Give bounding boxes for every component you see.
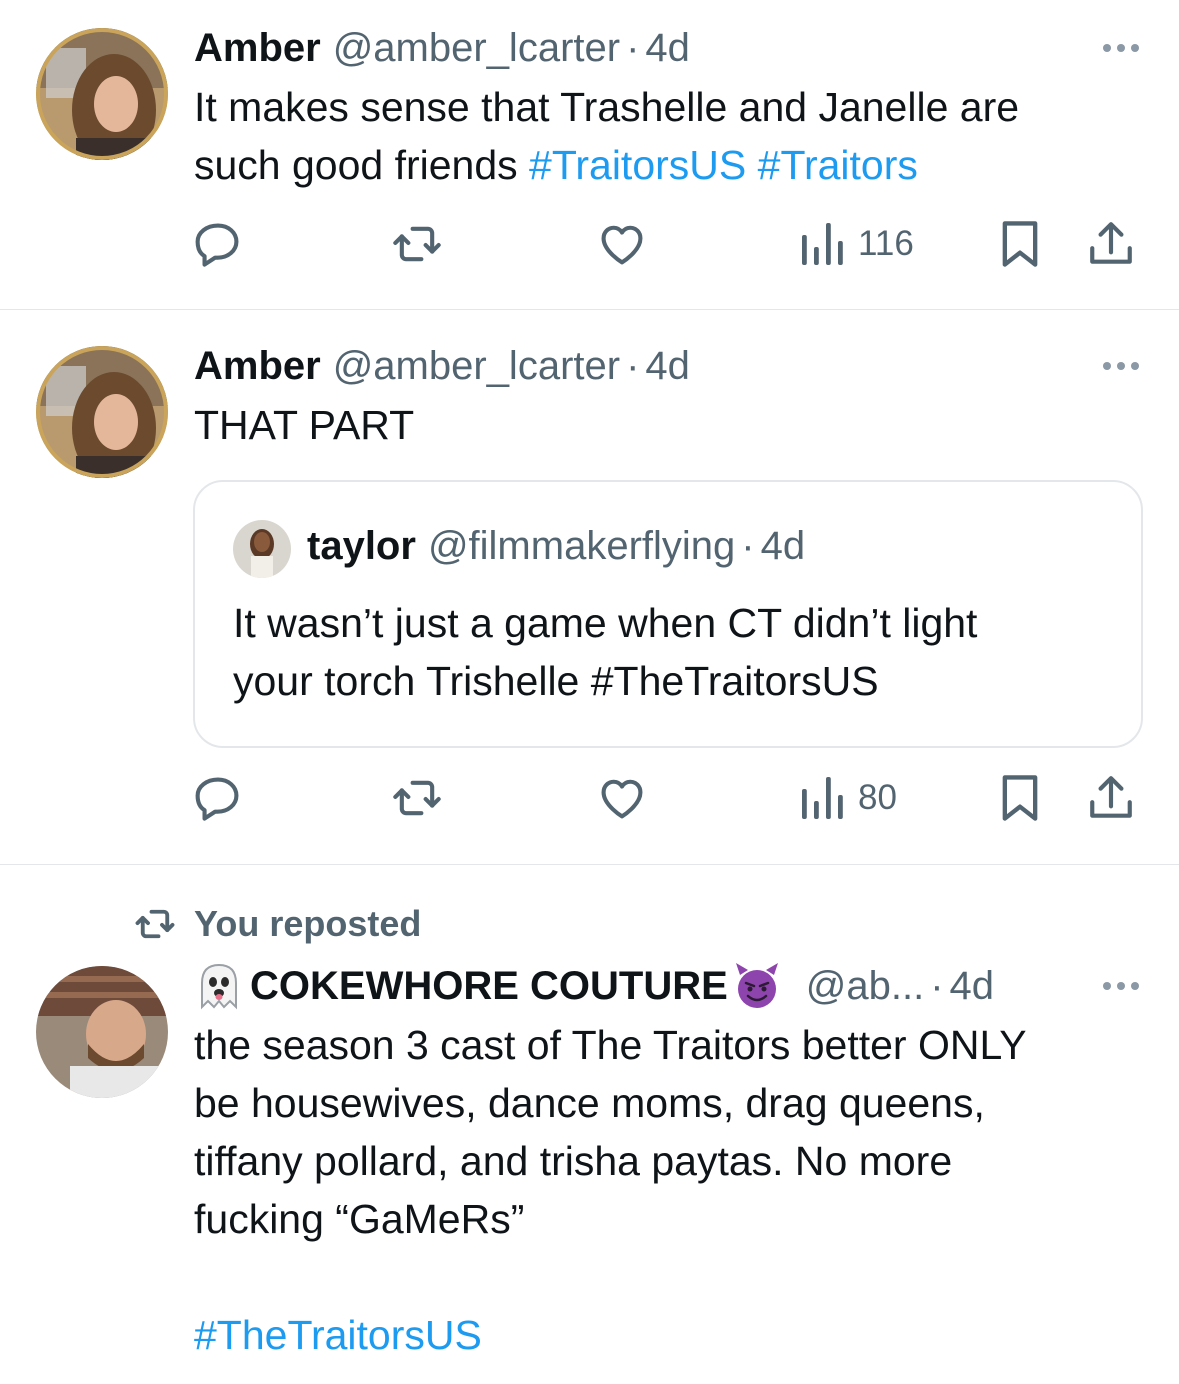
- tweet-1[interactable]: Amber @amber_lcarter · 4d It makes sense…: [0, 0, 1179, 310]
- display-name[interactable]: COKEWHORE COUTURE: [250, 964, 728, 1009]
- action-bar: 80: [0, 768, 1179, 828]
- quoted-tweet-card[interactable]: taylor @filmmakerflying · 4d It wasn’t j…: [193, 480, 1143, 748]
- timestamp[interactable]: 4d: [645, 344, 690, 389]
- reply-button[interactable]: [192, 768, 244, 828]
- bookmark-icon: [1002, 221, 1038, 267]
- user-handle[interactable]: @ab...: [806, 964, 924, 1009]
- more-icon[interactable]: [1103, 362, 1139, 370]
- quoted-text: It wasn’t just a game when CT didn’t lig…: [233, 594, 977, 710]
- views-icon: [802, 223, 843, 265]
- user-handle[interactable]: @amber_lcarter: [333, 26, 620, 71]
- divider: [0, 864, 1179, 865]
- like-icon: [601, 225, 643, 265]
- avatar[interactable]: [36, 346, 168, 478]
- tweet-3[interactable]: COKEWHORE COUTURE @ab... · 4d the season…: [0, 950, 1179, 1384]
- like-button[interactable]: [596, 768, 648, 828]
- repost-icon: [393, 226, 441, 262]
- views-count: 80: [858, 778, 897, 817]
- timestamp[interactable]: 4d: [950, 964, 995, 1009]
- views-button[interactable]: 80: [800, 768, 897, 828]
- separator-dot: ·: [930, 963, 944, 1008]
- repost-indicator: You reposted: [132, 898, 421, 950]
- action-bar: 116: [0, 214, 1179, 274]
- tweet-header: Amber @amber_lcarter · 4d: [194, 22, 690, 74]
- reply-icon: [195, 777, 239, 821]
- tweet-text: It makes sense that Trashelle and Janell…: [194, 78, 1019, 194]
- quoted-header: taylor @filmmakerflying · 4d: [307, 524, 805, 569]
- like-button[interactable]: [596, 214, 648, 274]
- avatar[interactable]: [36, 966, 168, 1098]
- tweet-text: the season 3 cast of The Traitors better…: [194, 1022, 1027, 1242]
- like-icon: [601, 779, 643, 819]
- reply-button[interactable]: [192, 214, 244, 274]
- bookmark-button[interactable]: [998, 214, 1042, 274]
- separator-dot: ·: [741, 524, 755, 568]
- reply-icon: [195, 223, 239, 267]
- quoted-avatar[interactable]: [233, 520, 291, 578]
- hashtag-link[interactable]: #Traitors: [758, 142, 918, 188]
- quoted-user-handle[interactable]: @filmmakerflying: [428, 524, 735, 569]
- hashtag-text: #TheTraitorsUS: [590, 658, 879, 704]
- bookmark-button[interactable]: [998, 768, 1042, 828]
- separator-dot: ·: [626, 343, 640, 388]
- repost-icon: [135, 909, 175, 939]
- more-icon[interactable]: [1103, 44, 1139, 52]
- timestamp[interactable]: 4d: [645, 26, 690, 71]
- display-name[interactable]: Amber: [194, 344, 321, 389]
- repost-icon: [393, 780, 441, 816]
- quoted-display-name[interactable]: taylor: [307, 524, 416, 569]
- bookmark-icon: [1002, 775, 1038, 821]
- display-name[interactable]: Amber: [194, 26, 321, 71]
- user-handle[interactable]: @amber_lcarter: [333, 344, 620, 389]
- views-button[interactable]: 116: [800, 214, 914, 274]
- views-count: 116: [858, 224, 914, 263]
- more-icon[interactable]: [1103, 982, 1139, 990]
- separator-dot: ·: [626, 25, 640, 70]
- tweet-text: THAT PART: [194, 402, 415, 448]
- share-icon: [1090, 776, 1132, 818]
- tweet-header: Amber @amber_lcarter · 4d: [194, 340, 690, 392]
- ghost-emoji-icon: [201, 963, 237, 1010]
- share-button[interactable]: [1088, 214, 1134, 274]
- hashtag-link[interactable]: #TraitorsUS: [529, 142, 746, 188]
- views-icon: [802, 777, 843, 819]
- repost-button[interactable]: [390, 214, 444, 274]
- hashtag-link[interactable]: #TheTraitorsUS: [194, 1306, 482, 1364]
- share-icon: [1090, 222, 1132, 264]
- devil-emoji-icon: [735, 963, 778, 1008]
- repost-button[interactable]: [390, 768, 444, 828]
- avatar[interactable]: [36, 28, 168, 160]
- repost-label: You reposted: [194, 903, 422, 944]
- quoted-timestamp[interactable]: 4d: [761, 524, 806, 569]
- tweet-header: COKEWHORE COUTURE @ab... · 4d: [194, 960, 994, 1012]
- share-button[interactable]: [1088, 768, 1134, 828]
